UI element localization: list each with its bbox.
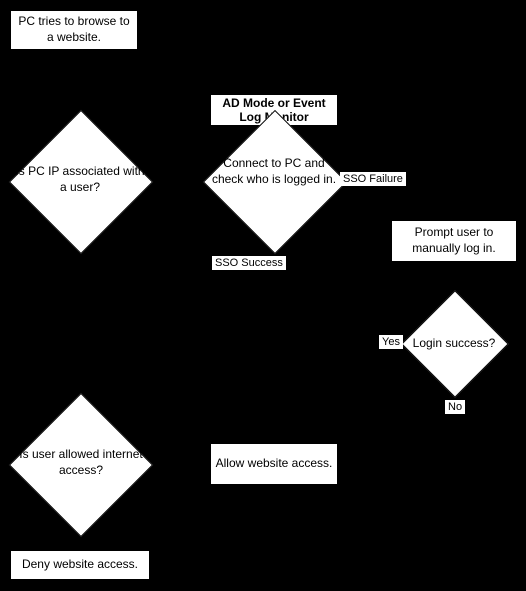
node-prompt-login: Prompt user to manually log in. xyxy=(391,220,517,262)
node-allow-text: Allow website access. xyxy=(216,456,333,472)
node-deny: Deny website access. xyxy=(10,550,150,580)
node-allow: Allow website access. xyxy=(210,443,338,485)
label-yes: Yes xyxy=(379,335,403,349)
label-sso-failure: SSO Failure xyxy=(340,172,406,186)
node-deny-text: Deny website access. xyxy=(22,557,138,573)
node-prompt-login-text: Prompt user to manually log in. xyxy=(396,225,512,256)
node-user-allowed xyxy=(9,393,153,537)
node-ip-associated xyxy=(9,110,153,254)
node-start: PC tries to browse to a website. xyxy=(10,10,138,50)
label-sso-success: SSO Success xyxy=(212,256,286,270)
node-start-text: PC tries to browse to a website. xyxy=(15,14,133,45)
node-sso-check xyxy=(203,110,347,254)
node-login-success xyxy=(401,290,508,397)
label-no: No xyxy=(445,400,465,414)
